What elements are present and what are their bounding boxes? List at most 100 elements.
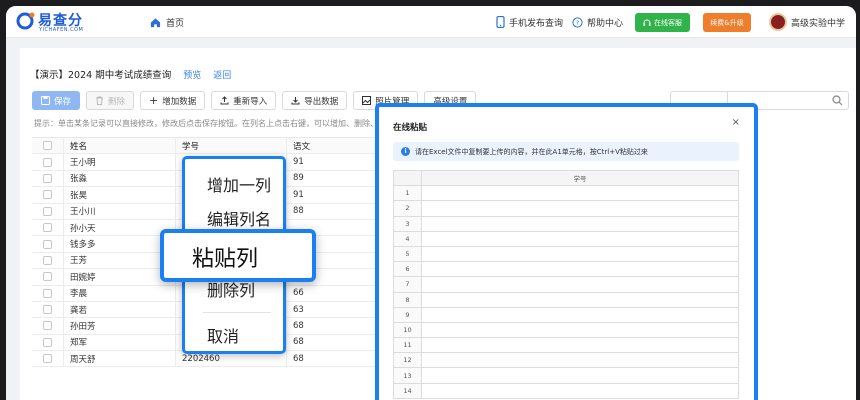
help-icon: ? — [572, 16, 583, 28]
sheet-row-number: 7 — [394, 277, 422, 292]
back-link[interactable]: 返回 — [213, 68, 231, 81]
row-checkbox[interactable] — [43, 255, 52, 265]
save-icon — [41, 96, 50, 105]
table-cell[interactable]: 68 — [287, 351, 382, 366]
table-cell[interactable]: 李晨 — [64, 285, 176, 301]
sheet-row-number: 3 — [394, 216, 422, 231]
search-icon[interactable] — [832, 95, 843, 106]
row-checkbox[interactable] — [43, 223, 52, 233]
row-select-cell — [32, 269, 64, 285]
sheet-cell[interactable] — [422, 322, 739, 338]
sheet-cell[interactable] — [422, 338, 739, 353]
row-checkbox[interactable] — [43, 206, 52, 216]
row-select-cell — [32, 285, 64, 301]
table-cell[interactable]: 王小明 — [64, 154, 176, 170]
add-data-button[interactable]: + 增加数据 — [140, 91, 206, 110]
row-select-cell — [32, 219, 64, 236]
dialog-info-text: 请在Excel文件中复制要上传的内容，并在此A1单元格，按Ctrl+V粘贴过来 — [415, 147, 648, 156]
row-checkbox[interactable] — [43, 190, 52, 200]
phone-icon — [496, 16, 505, 28]
menu-add-column[interactable]: 增加一列 — [207, 172, 271, 196]
row-checkbox[interactable] — [43, 288, 52, 298]
menu-paste-column-label: 粘贴列 — [192, 247, 259, 272]
save-button[interactable]: 保存 — [32, 91, 81, 110]
nav-home-link[interactable]: 首页 — [150, 15, 184, 29]
column-header[interactable]: 语文 — [287, 138, 382, 153]
table-cell[interactable]: 63 — [287, 302, 382, 317]
sheet-cell[interactable] — [422, 292, 739, 307]
row-checkbox[interactable] — [43, 354, 52, 364]
export-label: 导出数据 — [304, 96, 339, 107]
sheet-cell[interactable] — [422, 246, 739, 262]
online-service-button[interactable]: 在线客服 — [635, 13, 690, 32]
sheet-corner-cell — [394, 171, 422, 186]
column-header[interactable]: 学号 — [176, 138, 287, 154]
paste-sheet[interactable]: 学号 1 2 3 4 5 6 7 8 9 10 11 12 13 14 — [393, 170, 739, 399]
table-cell[interactable]: 王小川 — [64, 203, 176, 219]
preview-link[interactable]: 预览 — [183, 68, 201, 81]
row-select-cell — [32, 170, 64, 187]
row-checkbox[interactable] — [43, 305, 52, 315]
dialog-info-banner: i 请在Excel文件中复制要上传的内容，并在此A1单元格，按Ctrl+V粘贴过… — [393, 142, 739, 161]
sheet-cell[interactable] — [422, 231, 739, 246]
sheet-cell[interactable] — [422, 216, 739, 231]
sheet-cell[interactable] — [422, 201, 739, 216]
paste-dialog: 在线粘贴 × i 请在Excel文件中复制要上传的内容，并在此A1单元格，按Ct… — [375, 103, 758, 400]
info-icon: i — [401, 147, 410, 156]
school-name[interactable]: 高级实验中学 — [791, 16, 845, 29]
table-cell[interactable]: 91 — [287, 187, 382, 202]
hint-text: 提示：单击某条记录可以直接修改，修改后点击保存按钮。在列名上点击右键，可以增加、… — [34, 119, 410, 128]
menu-paste-column[interactable]: 粘贴列 — [160, 229, 316, 282]
row-checkbox[interactable] — [43, 337, 52, 347]
sheet-cell[interactable] — [422, 368, 739, 383]
table-cell[interactable]: 88 — [287, 204, 382, 219]
row-select-cell — [32, 334, 64, 351]
app-window: 易查分 YICHAFEN.COM 首页 手机发布查询 ? 帮助中心 在线客服 续… — [6, 6, 856, 400]
table-cell[interactable]: 89 — [287, 171, 382, 186]
row-checkbox[interactable] — [43, 157, 52, 167]
table-cell[interactable]: 张昊 — [64, 187, 176, 203]
table-cell[interactable]: 张淼 — [64, 170, 176, 187]
table-cell[interactable]: 68 — [287, 318, 382, 333]
table-cell[interactable]: 郑军 — [64, 334, 176, 351]
menu-rename-column[interactable]: 编辑列名 — [207, 206, 271, 230]
school-avatar[interactable] — [769, 13, 787, 31]
sheet-row: 11 — [394, 338, 739, 354]
nav-mobile-link[interactable]: 手机发布查询 — [496, 15, 563, 29]
sheet-row-number: 14 — [394, 383, 422, 398]
table-cell[interactable]: 孙田芳 — [64, 318, 176, 334]
brand-domain: YICHAFEN.COM — [39, 27, 84, 33]
row-checkbox[interactable] — [43, 272, 52, 282]
delete-button[interactable]: 删除 — [86, 91, 135, 110]
column-header[interactable]: 姓名 — [64, 138, 176, 154]
row-checkbox[interactable] — [43, 239, 52, 249]
export-button[interactable]: 导出数据 — [282, 91, 348, 110]
table-cell[interactable]: 68 — [287, 335, 382, 350]
table-cell[interactable]: 龚若 — [64, 301, 176, 318]
renew-upgrade-button[interactable]: 续费&升级 — [703, 13, 751, 32]
sheet-cell[interactable] — [422, 277, 739, 292]
sheet-cell[interactable] — [422, 353, 739, 368]
reimport-button[interactable]: 重新导入 — [211, 91, 277, 110]
table-cell[interactable]: 66 — [287, 286, 382, 301]
save-label: 保存 — [54, 96, 72, 107]
reimport-label: 重新导入 — [233, 96, 268, 107]
row-checkbox[interactable] — [43, 321, 52, 331]
row-select-cell — [32, 203, 64, 219]
brand-logo[interactable]: 易查分 YICHAFEN.COM — [16, 10, 92, 36]
menu-cancel[interactable]: 取消 — [207, 323, 239, 347]
row-checkbox[interactable] — [43, 173, 52, 183]
nav-help-link[interactable]: ? 帮助中心 — [572, 15, 623, 29]
table-cell[interactable]: 周天舒 — [64, 351, 176, 367]
sheet-cell[interactable] — [422, 307, 739, 322]
sheet-cell[interactable] — [422, 262, 739, 277]
svg-text:?: ? — [576, 18, 579, 26]
sheet-cell[interactable] — [422, 186, 739, 201]
plus-icon: + — [149, 94, 159, 107]
select-all-checkbox[interactable] — [43, 141, 52, 151]
row-select-cell — [32, 301, 64, 318]
table-cell[interactable]: 91 — [287, 154, 382, 169]
close-icon[interactable]: × — [732, 117, 740, 128]
sheet-cell[interactable] — [422, 383, 739, 398]
sheet-row-number: 10 — [394, 322, 422, 338]
